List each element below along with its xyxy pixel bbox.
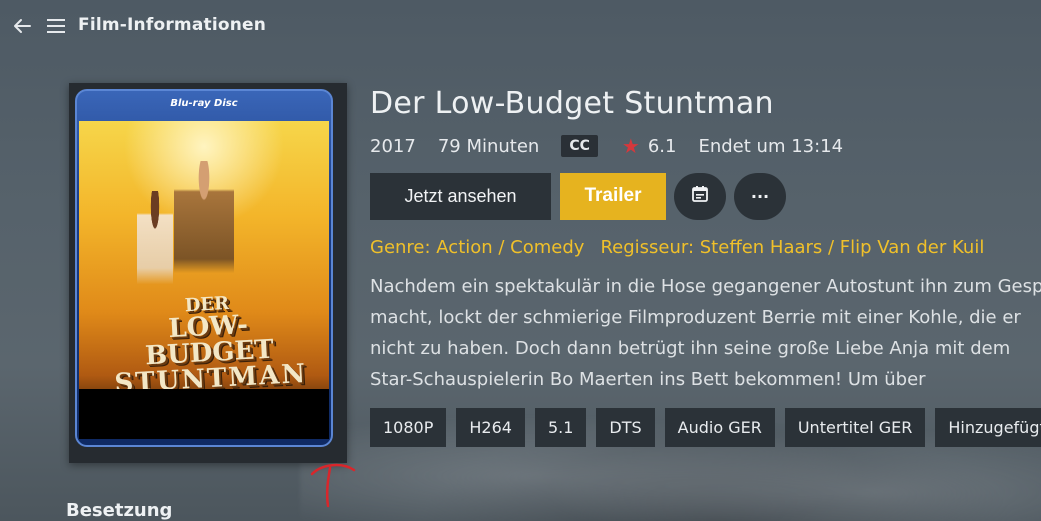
star-icon: ★ [621,134,640,158]
tag-resolution: 1080P [370,408,447,447]
closed-captions-badge: CC [561,135,598,157]
bluray-case: Blu-ray Disc DER LOW-BUDGET STUNTMAN [75,89,333,447]
back-arrow-icon[interactable] [11,15,33,37]
cover-figure-woman [137,191,173,301]
director-text: Regisseur: Steffen Haars / Flip Van der … [600,237,985,258]
genre-text: Genre: Action / Comedy [370,237,585,258]
cover-bottom-band [79,389,329,439]
bluray-logo: Blu-ray Disc [170,98,238,109]
movie-poster[interactable]: Blu-ray Disc DER LOW-BUDGET STUNTMAN [69,83,347,463]
calendar-button[interactable] [674,172,726,220]
tag-audio-language: Audio GER [664,408,775,447]
overview-line: nicht zu haben. Doch dann betrügt ihn se… [370,338,1011,359]
play-button[interactable]: Jetzt ansehen [370,172,551,220]
media-info-tags: 1080P H264 5.1 DTS Audio GER Untertitel … [370,408,1041,447]
red-annotation-mark [308,460,360,510]
calendar-icon [691,185,709,207]
cover-title: DER LOW-BUDGET STUNTMAN [107,291,312,399]
hamburger-menu-icon[interactable] [46,17,66,35]
backdrop-image [300,380,1041,521]
cover-art: DER LOW-BUDGET STUNTMAN [79,121,329,439]
movie-overview: Nachdem ein spektakulär in die Hose gega… [370,271,1041,395]
runtime: 79 Minuten [437,135,540,157]
overview-line: macht, lockt der schmierige Filmproduzen… [370,307,1021,328]
tag-audio-codec: DTS [596,408,655,447]
cover-figure-man [174,161,234,301]
overview-line: Star-Schauspielerin Bo Maerten ins Bett … [370,369,926,390]
top-bar: Film-Informationen [0,0,1041,54]
tag-video-codec: H264 [456,408,525,447]
page-title: Film-Informationen [78,15,267,35]
overview-line: Nachdem ein spektakulär in die Hose gega… [370,276,1041,297]
more-options-button[interactable]: ··· [734,172,786,220]
genre-director-row: Genre: Action / Comedy Regisseur: Steffen… [370,237,984,258]
movie-meta-row: 2017 79 Minuten CC ★ 6.1 Endet um 13:14 [370,133,865,159]
release-year: 2017 [370,135,416,157]
tag-date-added: Hinzugefügt [935,408,1041,447]
movie-title: Der Low-Budget Stuntman [370,86,774,121]
tag-audio-channels: 5.1 [534,408,587,447]
cast-section-title: Besetzung [66,500,173,521]
community-rating: 6.1 [647,135,677,157]
trailer-button[interactable]: Trailer [560,172,666,220]
tag-subtitle-language: Untertitel GER [784,408,926,447]
action-buttons: Jetzt ansehen Trailer ··· [370,172,794,220]
end-time: Endet um 13:14 [698,135,844,157]
